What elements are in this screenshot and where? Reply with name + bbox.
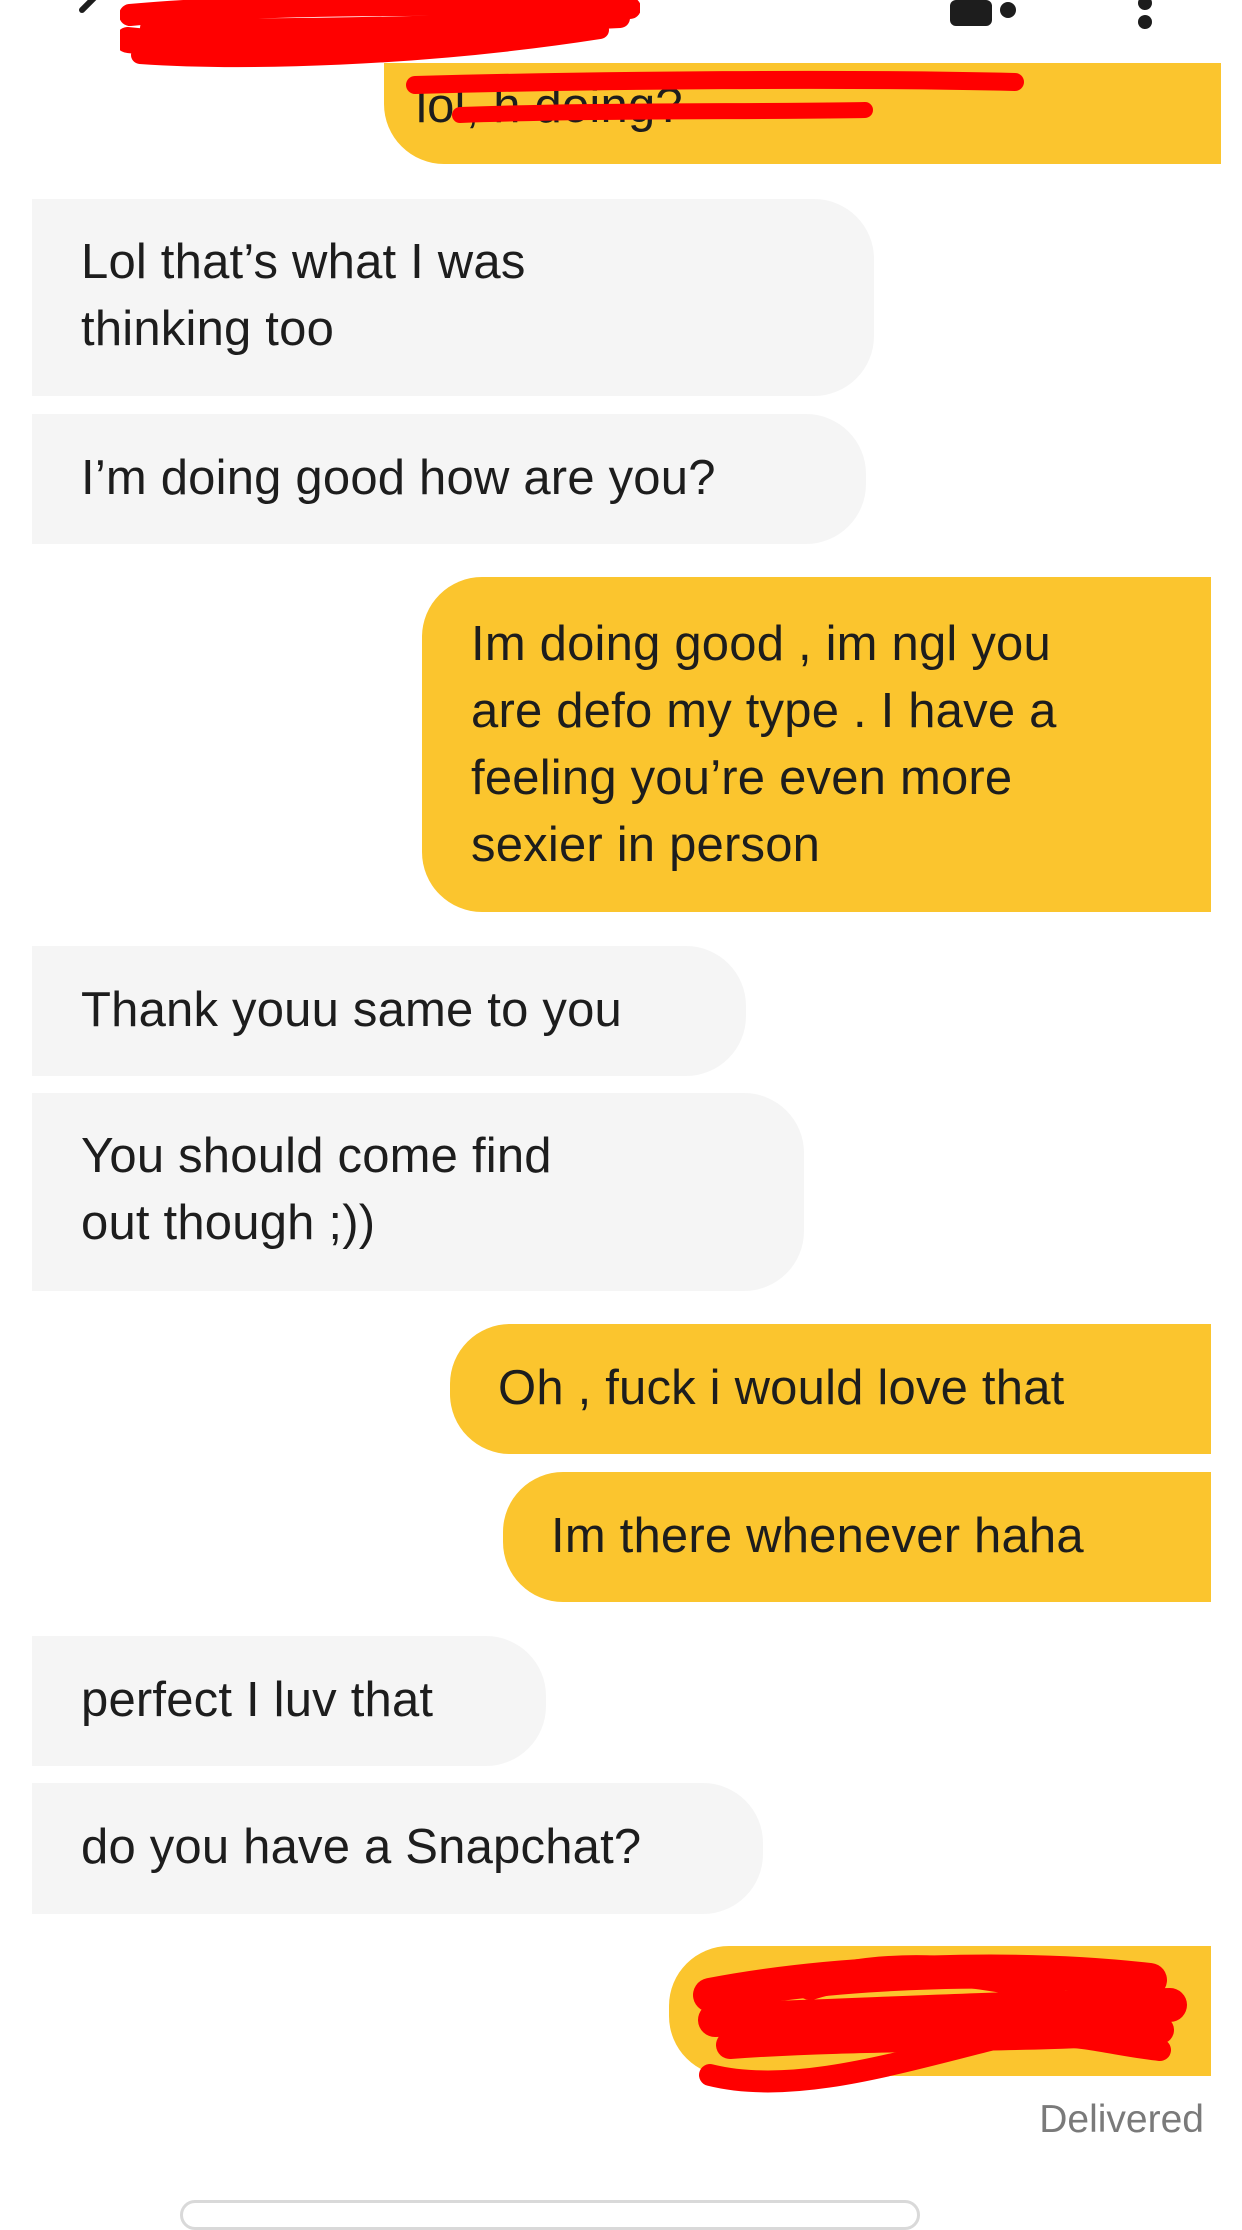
outgoing-message[interactable]: Im there whenever haha xyxy=(503,1472,1211,1602)
incoming-message[interactable]: I’m doing good how are you? xyxy=(32,414,866,544)
incoming-message[interactable]: You should come find out though ;)) xyxy=(32,1093,804,1291)
outgoing-message[interactable]: Oh , fuck i would love that xyxy=(450,1324,1211,1454)
message-text: Thank youu same to you xyxy=(81,983,622,1037)
back-icon[interactable] xyxy=(70,0,110,30)
message-text: lol, h doing? xyxy=(416,79,683,133)
message-text: do you have a Snapchat? xyxy=(81,1820,642,1874)
message-text: Lol that’s what I was thinking too xyxy=(81,235,526,356)
incoming-message[interactable]: Thank youu same to you xyxy=(32,946,746,1076)
incoming-message[interactable]: perfect I luv that xyxy=(32,1636,546,1766)
outgoing-message[interactable] xyxy=(669,1946,1211,2076)
message-text: You should come find out though ;)) xyxy=(81,1129,552,1250)
delivery-status: Delivered xyxy=(1039,2098,1204,2141)
message-text: perfect I luv that xyxy=(81,1673,434,1727)
outgoing-message[interactable]: lol, h doing? xyxy=(384,63,1221,164)
message-text: Im doing good , im ngl you are defo my t… xyxy=(471,617,1057,872)
more-options-icon[interactable] xyxy=(1130,0,1160,30)
message-input[interactable] xyxy=(180,2200,920,2230)
incoming-message[interactable]: do you have a Snapchat? xyxy=(32,1783,763,1914)
message-text: Im there whenever haha xyxy=(551,1509,1084,1563)
message-text: Oh , fuck i would love that xyxy=(498,1361,1065,1415)
chat-header xyxy=(0,0,1242,70)
contact-name-redaction xyxy=(120,0,640,68)
outgoing-message[interactable]: Im doing good , im ngl you are defo my t… xyxy=(422,577,1211,912)
incoming-message[interactable]: Lol that’s what I was thinking too xyxy=(32,199,874,396)
message-text: I’m doing good how are you? xyxy=(81,451,716,505)
video-call-icon[interactable] xyxy=(950,0,1020,28)
